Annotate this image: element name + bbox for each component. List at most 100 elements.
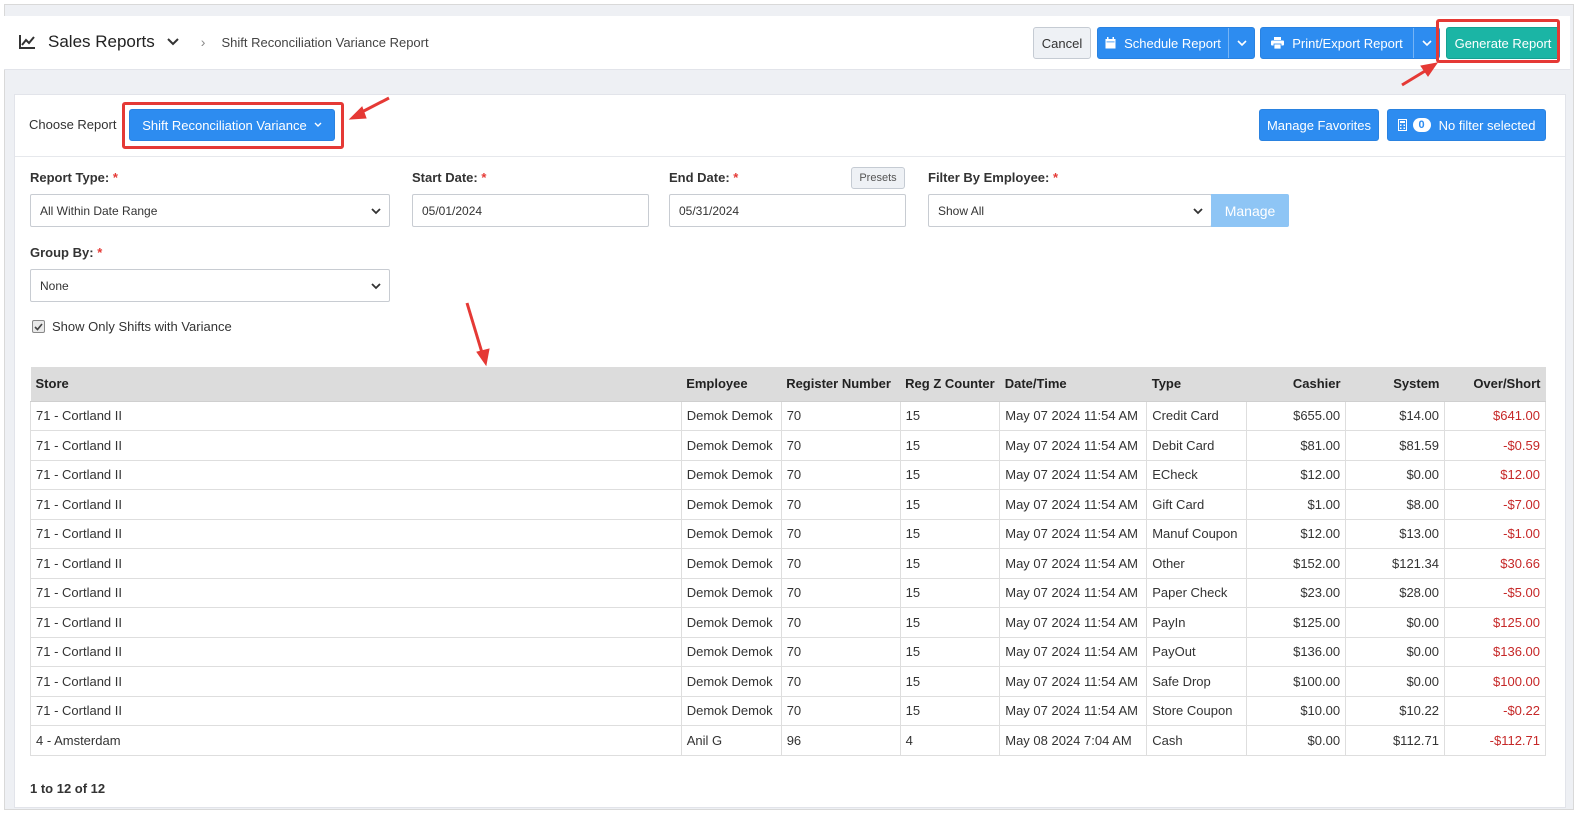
table-cell: Demok Demok [680, 577, 782, 608]
employee-filter-select[interactable]: Show All [928, 194, 1212, 227]
table-cell: $10.22 [1345, 695, 1445, 726]
column-header-store[interactable]: Store [30, 367, 682, 402]
manage-button[interactable]: Manage [1211, 194, 1289, 227]
line-chart-icon [19, 35, 35, 49]
table-cell: 70 [780, 459, 901, 490]
table-cell: 70 [780, 400, 901, 431]
end-date-label: End Date: * [669, 170, 738, 185]
schedule-dropdown-caret[interactable] [1228, 28, 1254, 58]
table-cell: 71 - Cortland II [30, 489, 682, 520]
show-variance-checkbox[interactable] [32, 320, 45, 333]
table-cell: 15 [899, 577, 1001, 608]
title-area: Sales Reports › Shift Reconciliation Var… [18, 32, 429, 52]
table-cell: Cash [1146, 725, 1248, 756]
show-variance-row[interactable]: Show Only Shifts with Variance [32, 319, 232, 334]
table-cell: Demok Demok [680, 607, 782, 638]
group-by-select[interactable]: None [30, 269, 390, 302]
column-header-type[interactable]: Type [1146, 367, 1247, 402]
report-type-select[interactable]: All Within Date Range [30, 194, 390, 227]
table-cell: 71 - Cortland II [30, 400, 682, 431]
table-row: 71 - Cortland II Demok Demok 70 15 May 07 20… [30, 607, 1547, 638]
pagination-info: 1 to 12 of 12 [30, 781, 106, 796]
table-cell: 71 - Cortland II [30, 430, 682, 461]
cancel-button[interactable]: Cancel [1033, 27, 1091, 59]
table-row: 71 - Cortland II Demok Demok 70 15 May 07 20… [30, 695, 1547, 726]
end-date-input[interactable]: 05/31/2024 [669, 194, 906, 227]
group-by-value: None [40, 278, 69, 293]
table-cell: 15 [899, 489, 1001, 520]
table-cell: $14.00 [1345, 400, 1445, 431]
column-header-register-number[interactable]: Register Number [781, 367, 901, 402]
table-cell: -$0.22 [1443, 695, 1547, 726]
filter-count-badge: 0 [1412, 118, 1431, 132]
table-cell: 15 [899, 518, 1001, 549]
employee-filter-label-text: Filter By Employee: [928, 170, 1050, 185]
column-header-cashier[interactable]: Cashier [1246, 367, 1346, 402]
report-select-button[interactable]: Shift Reconciliation Variance [129, 109, 335, 141]
table-row: 71 - Cortland II Demok Demok 70 15 May 07 20… [30, 548, 1547, 579]
report-type-value: All Within Date Range [40, 203, 158, 218]
chevron-down-icon[interactable] [167, 38, 179, 46]
start-date-input[interactable]: 05/01/2024 [412, 194, 649, 227]
app-title[interactable]: Sales Reports [48, 32, 155, 52]
table-cell: May 07 2024 11:54 AM [999, 695, 1148, 726]
calculator-icon [1397, 119, 1407, 131]
table-cell: Other [1146, 548, 1248, 579]
table-cell: Debit Card [1146, 430, 1248, 461]
table-cell: $125.00 [1443, 607, 1547, 638]
table-cell: 96 [780, 725, 901, 756]
table-cell: Demok Demok [680, 548, 782, 579]
table-cell: 70 [780, 607, 901, 638]
table-row: 71 - Cortland II Demok Demok 70 15 May 07 20… [30, 489, 1547, 520]
table-cell: $0.00 [1345, 666, 1445, 697]
employee-filter-value: Show All [938, 203, 985, 218]
calendar-icon [1105, 37, 1116, 49]
table-cell: 71 - Cortland II [30, 518, 682, 549]
table-cell: Paper Check [1146, 577, 1248, 608]
column-header-reg-z-counter[interactable]: Reg Z Counter [900, 367, 1000, 402]
annotation-highlight-generate [1436, 19, 1560, 63]
chevron-down-icon [371, 283, 381, 290]
table-cell: May 07 2024 11:54 AM [999, 636, 1148, 667]
table-cell: 70 [780, 430, 901, 461]
table-cell: ECheck [1146, 459, 1248, 490]
table-cell: May 08 2024 7:04 AM [999, 725, 1148, 756]
column-header-system[interactable]: System [1345, 367, 1445, 402]
table-cell: May 07 2024 11:54 AM [999, 489, 1148, 520]
table-cell: $136.00 [1443, 636, 1547, 667]
table-cell: May 07 2024 11:54 AM [999, 577, 1148, 608]
table-row: 71 - Cortland II Demok Demok 70 15 May 07 20… [30, 577, 1547, 608]
chevron-down-icon [314, 122, 322, 127]
table-cell: $0.00 [1345, 459, 1445, 490]
print-export-label: Print/Export Report [1292, 35, 1403, 51]
chevron-down-icon [1421, 39, 1432, 46]
column-header-date-time[interactable]: Date/Time [999, 367, 1147, 402]
table-cell: $10.00 [1246, 695, 1347, 726]
table-cell: 70 [780, 489, 901, 520]
table-cell: 70 [780, 695, 901, 726]
table-cell: May 07 2024 11:54 AM [999, 400, 1148, 431]
presets-button[interactable]: Presets [851, 167, 905, 189]
table-cell: $100.00 [1443, 666, 1547, 697]
table-cell: -$112.71 [1443, 725, 1547, 756]
table-cell: Demok Demok [680, 695, 782, 726]
table-cell: $23.00 [1246, 577, 1347, 608]
filter-button[interactable]: 0 No filter selected [1387, 109, 1546, 141]
table-cell: $112.71 [1345, 725, 1445, 756]
table-cell: Safe Drop [1146, 666, 1248, 697]
table-cell: $125.00 [1246, 607, 1347, 638]
table-cell: 15 [899, 430, 1001, 461]
required-mark: * [112, 170, 118, 185]
column-header-employee[interactable]: Employee [681, 367, 782, 402]
column-header-over-short[interactable]: Over/Short [1444, 367, 1546, 402]
top-bar: Sales Reports › Shift Reconciliation Var… [4, 16, 1570, 70]
checkmark-icon [34, 322, 43, 331]
schedule-report-button[interactable]: Schedule Report [1097, 27, 1255, 59]
table-cell: Demok Demok [680, 430, 782, 461]
table-cell: 71 - Cortland II [30, 695, 682, 726]
print-export-button[interactable]: Print/Export Report [1260, 27, 1440, 59]
table-cell: $12.00 [1246, 459, 1347, 490]
report-panel: Choose Report Shift Reconciliation Varia… [14, 94, 1566, 808]
group-by-label-text: Group By: [30, 245, 94, 260]
manage-favorites-button[interactable]: Manage Favorites [1259, 109, 1379, 141]
